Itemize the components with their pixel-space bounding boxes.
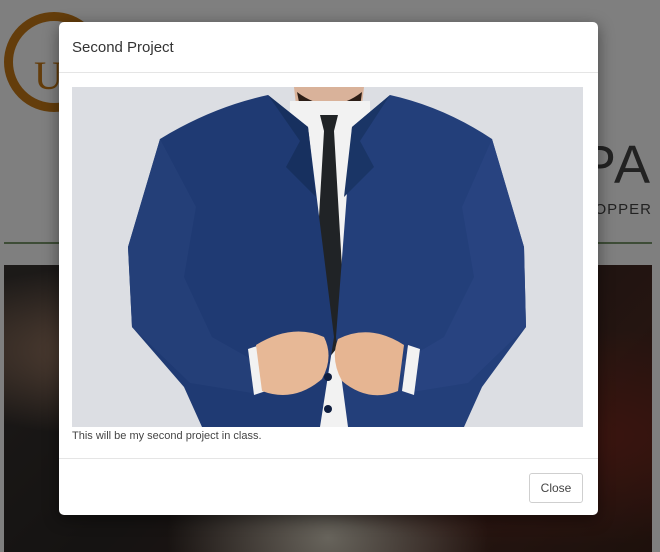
modal-header: Second Project (59, 22, 598, 73)
project-photo (72, 87, 583, 427)
project-modal: Second Project This will be my second pr… (59, 22, 598, 515)
close-button[interactable]: Close (529, 473, 583, 503)
modal-body: This will be my second project in class. (59, 73, 598, 459)
modal-title: Second Project (72, 39, 174, 56)
suit-photo-icon (72, 87, 583, 427)
modal-footer: Close (59, 458, 598, 515)
project-caption: This will be my second project in class. (72, 430, 262, 442)
